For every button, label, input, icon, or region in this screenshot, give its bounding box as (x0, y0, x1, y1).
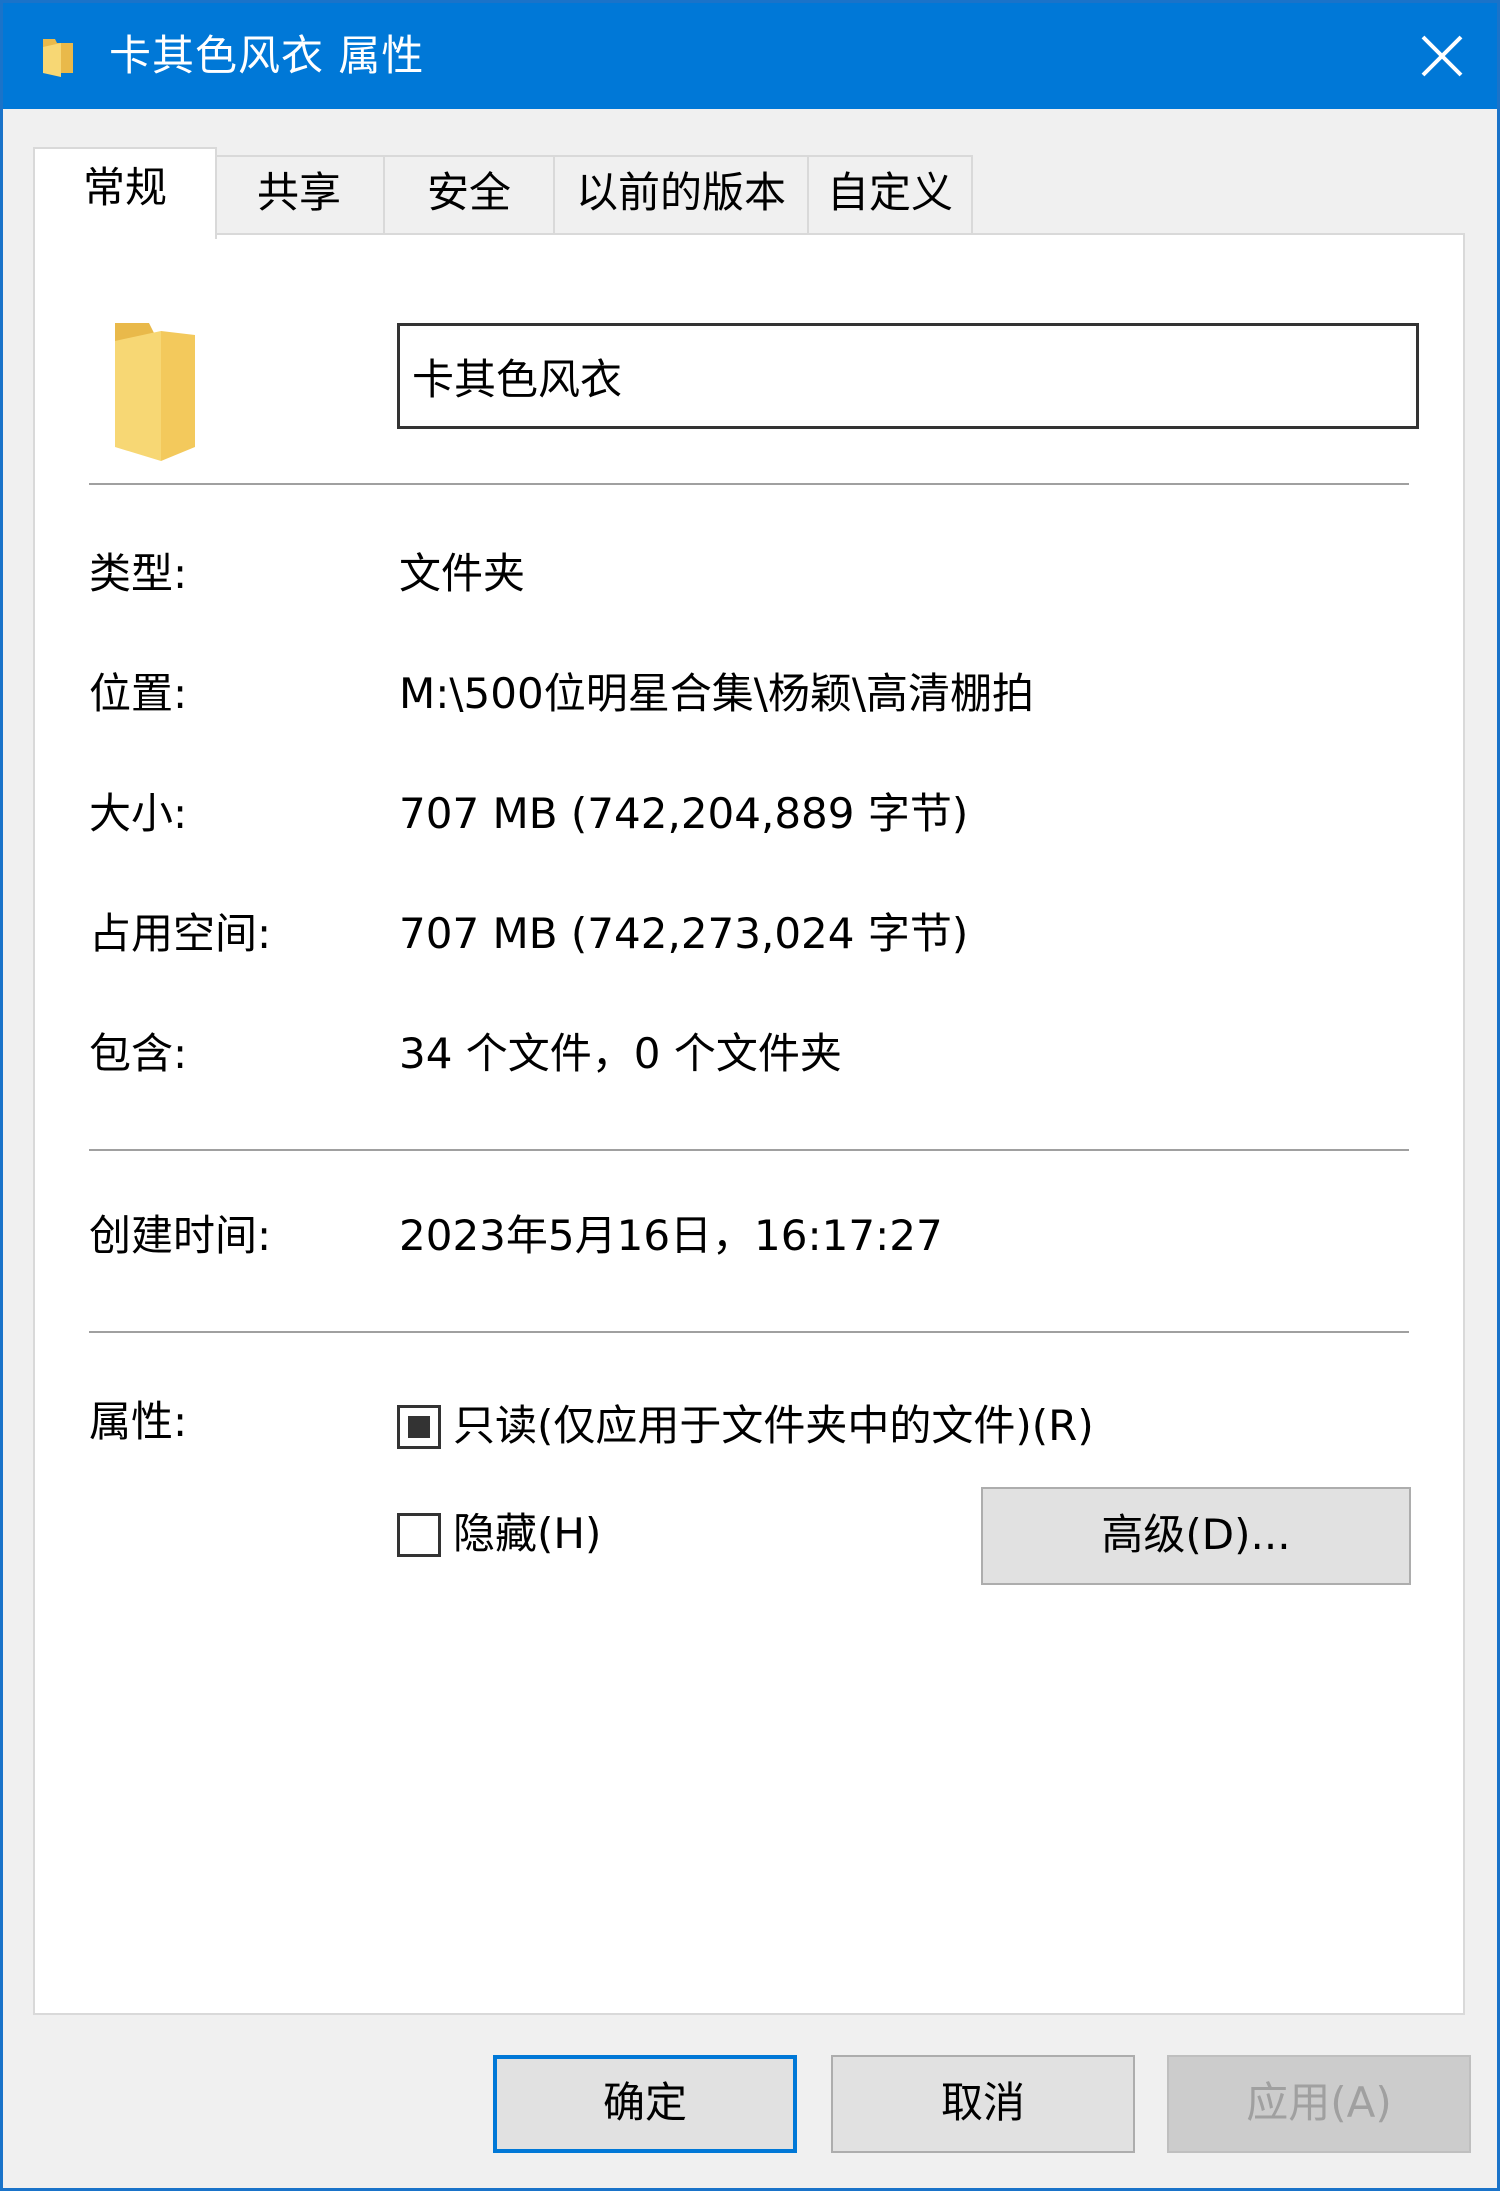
indeterminate-mark (408, 1416, 430, 1438)
disk-size-label: 占用空间: (89, 909, 272, 958)
tab-customize[interactable]: 自定义 (807, 155, 973, 237)
tab-general[interactable]: 常规 (33, 147, 217, 239)
window-title: 卡其色风衣 属性 (109, 31, 425, 80)
created-value: 2023年5月16日，16:17:27 (399, 1211, 943, 1260)
contains-value: 34 个文件，0 个文件夹 (399, 1029, 842, 1078)
advanced-button[interactable]: 高级(D)... (981, 1487, 1411, 1585)
close-icon (1421, 35, 1463, 77)
apply-button[interactable]: 应用(A) (1167, 2055, 1471, 2153)
separator (89, 1331, 1409, 1333)
type-value: 文件夹 (399, 549, 526, 598)
tab-security[interactable]: 安全 (383, 155, 555, 237)
folder-icon (43, 39, 73, 77)
hidden-label[interactable]: 隐藏(H) (453, 1509, 601, 1559)
type-label: 类型: (89, 549, 188, 598)
separator (89, 1149, 1409, 1151)
readonly-label[interactable]: 只读(仅应用于文件夹中的文件)(R) (453, 1401, 1094, 1451)
title-bar[interactable]: 卡其色风衣 属性 (3, 3, 1497, 109)
properties-dialog: 卡其色风衣 属性 常规 共享 安全 以前的版本 自定义 类型: 文件夹 位置: … (0, 0, 1500, 2191)
tab-previous-versions[interactable]: 以前的版本 (553, 155, 809, 237)
location-label: 位置: (89, 669, 188, 718)
folder-icon (115, 323, 195, 461)
created-label: 创建时间: (89, 1211, 272, 1260)
readonly-checkbox[interactable] (397, 1405, 441, 1449)
size-label: 大小: (89, 789, 188, 838)
ok-button[interactable]: 确定 (493, 2055, 797, 2153)
disk-size-value: 707 MB (742,273,024 字节) (399, 909, 969, 958)
hidden-checkbox[interactable] (397, 1513, 441, 1557)
close-button[interactable] (1387, 3, 1497, 109)
location-value: M:\500位明星合集\杨颖\高清棚拍 (399, 669, 1035, 718)
cancel-button[interactable]: 取消 (831, 2055, 1135, 2153)
general-panel: 类型: 文件夹 位置: M:\500位明星合集\杨颖\高清棚拍 大小: 707 … (33, 233, 1465, 2015)
separator (89, 483, 1409, 485)
folder-name-input[interactable] (397, 323, 1419, 429)
attributes-label: 属性: (89, 1397, 188, 1446)
contains-label: 包含: (89, 1029, 188, 1078)
tab-sharing[interactable]: 共享 (213, 155, 385, 237)
size-value: 707 MB (742,204,889 字节) (399, 789, 969, 838)
